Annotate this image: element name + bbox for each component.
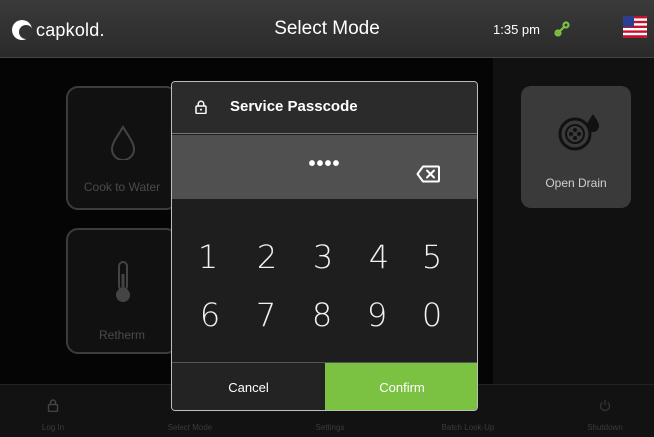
dialog-header: Service Passcode bbox=[172, 82, 477, 134]
nav-select-mode-label: Select Mode bbox=[167, 423, 213, 432]
key-9[interactable]: 9 bbox=[357, 293, 397, 337]
nav-batch-look-up-label: Batch Look-Up bbox=[441, 423, 495, 432]
link-icon bbox=[554, 21, 570, 37]
key-8[interactable]: 8 bbox=[302, 293, 342, 337]
key-3[interactable]: 3 bbox=[303, 235, 343, 279]
cook-to-water-tile[interactable]: Cook to Water bbox=[66, 86, 178, 210]
key-2[interactable]: 2 bbox=[247, 235, 287, 279]
key-4[interactable]: 4 bbox=[359, 235, 399, 279]
open-drain-label: Open Drain bbox=[545, 176, 607, 190]
drain-icon bbox=[558, 114, 599, 151]
clock-time: 1:35 pm bbox=[493, 22, 540, 37]
key-6[interactable]: 6 bbox=[190, 293, 230, 337]
us-flag-icon[interactable] bbox=[623, 16, 647, 38]
power-icon bbox=[599, 400, 611, 412]
cancel-button[interactable]: Cancel bbox=[172, 363, 325, 410]
dialog-title: Service Passcode bbox=[230, 98, 358, 115]
key-1[interactable]: 1 bbox=[188, 235, 228, 279]
nav-log-in[interactable]: Log In bbox=[20, 385, 86, 437]
thermometer-icon bbox=[116, 261, 130, 302]
water-drop-icon bbox=[110, 125, 136, 160]
nav-shutdown-label: Shutdown bbox=[587, 423, 623, 432]
key-0[interactable]: 0 bbox=[412, 293, 452, 337]
service-passcode-dialog: Service Passcode •••• 1 2 3 4 5 6 7 8 9 … bbox=[171, 81, 478, 411]
nav-shutdown[interactable]: Shutdown bbox=[570, 385, 640, 437]
passcode-display: •••• bbox=[172, 135, 477, 199]
backspace-icon[interactable] bbox=[416, 165, 440, 183]
top-bar: capkold. Select Mode 1:35 pm bbox=[0, 0, 654, 58]
retherm-tile[interactable]: Retherm bbox=[66, 228, 178, 354]
retherm-label: Retherm bbox=[98, 328, 145, 342]
dialog-footer: Cancel Confirm bbox=[172, 362, 477, 410]
numeric-keypad: 1 2 3 4 5 6 7 8 9 0 bbox=[172, 199, 477, 362]
key-7[interactable]: 7 bbox=[246, 293, 286, 337]
key-5[interactable]: 5 bbox=[412, 235, 452, 279]
nav-settings-label: Settings bbox=[315, 423, 345, 432]
nav-log-in-label: Log In bbox=[41, 423, 65, 432]
lock-icon bbox=[195, 100, 207, 114]
cook-to-water-label: Cook to Water bbox=[83, 180, 161, 194]
lock-icon bbox=[47, 399, 59, 412]
open-drain-tile[interactable]: Open Drain bbox=[521, 86, 631, 208]
confirm-button[interactable]: Confirm bbox=[325, 363, 477, 410]
